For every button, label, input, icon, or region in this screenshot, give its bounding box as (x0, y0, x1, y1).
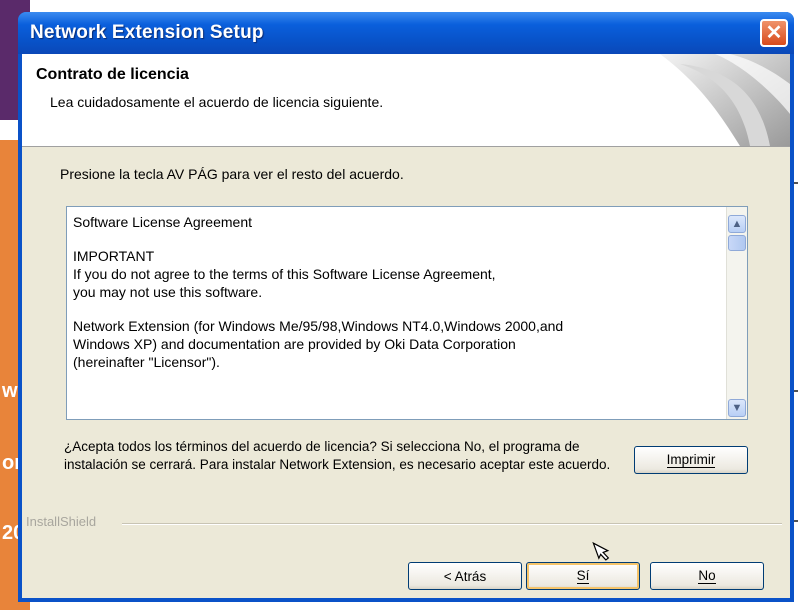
scroll-up-icon: ▲ (731, 218, 743, 230)
scroll-thumb[interactable] (728, 235, 746, 251)
scroll-up-button[interactable]: ▲ (728, 215, 746, 233)
page-title: Contrato de licencia (36, 66, 189, 83)
license-text: Software License Agreement IMPORTANT If … (73, 213, 713, 387)
dialog-header: Contrato de licencia Lea cuidadosamente … (22, 54, 790, 147)
print-button-label: Imprimir (666, 451, 716, 468)
yes-button-label: Sí (576, 567, 590, 584)
accept-question: ¿Acepta todos los términos del acuerdo d… (64, 439, 611, 472)
close-button[interactable]: ✕ (760, 19, 788, 47)
dialog-body: Contrato de licencia Lea cuidadosamente … (22, 54, 790, 598)
back-button[interactable]: < Atrás (408, 562, 522, 590)
header-graphic-icon (660, 54, 790, 146)
title-bar[interactable]: Network Extension Setup ✕ (18, 12, 794, 54)
license-paragraph: Network Extension (for Windows Me/95/98,… (73, 318, 564, 370)
installshield-brand: InstallShield (26, 514, 97, 529)
no-button-label: No (698, 567, 716, 584)
setup-window: Network Extension Setup ✕ Contrato de li… (18, 12, 794, 602)
separator-line (122, 523, 782, 525)
vertical-scrollbar[interactable]: ▲ ▼ (726, 207, 747, 419)
no-button[interactable]: No (650, 562, 764, 590)
page-subtitle: Lea cuidadosamente el acuerdo de licenci… (50, 94, 384, 110)
license-paragraph: Software License Agreement (73, 214, 252, 230)
yes-button[interactable]: Sí (526, 562, 640, 590)
installshield-separator: InstallShield (22, 514, 790, 534)
window-title: Network Extension Setup (30, 22, 264, 43)
mouse-cursor-icon (592, 541, 610, 561)
print-button[interactable]: Imprimir (634, 446, 748, 474)
desktop-text-fragment: w (2, 380, 18, 402)
instruction-text: Presione la tecla AV PÁG para ver el res… (60, 166, 404, 182)
license-textbox[interactable]: Software License Agreement IMPORTANT If … (66, 206, 748, 420)
scroll-down-button[interactable]: ▼ (728, 399, 746, 417)
back-button-label: < Atrás (443, 568, 487, 584)
license-paragraph: IMPORTANT If you do not agree to the ter… (73, 248, 496, 300)
close-icon: ✕ (765, 22, 783, 44)
scroll-down-icon: ▼ (731, 402, 743, 414)
